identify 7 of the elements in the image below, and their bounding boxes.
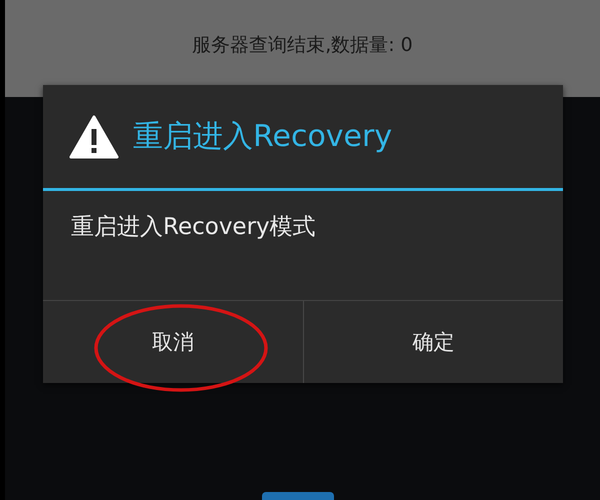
dialog-button[interactable]: 取消: [43, 301, 302, 383]
dialog-message: 重启进入Recovery模式: [71, 214, 316, 240]
status-message: 服务器查询结束,数据量: 0: [192, 33, 413, 58]
bottom-tab[interactable]: [262, 492, 334, 500]
warning-icon: [69, 114, 119, 158]
dialog-button[interactable]: 确定: [302, 301, 563, 383]
dialog-title: 重启进入Recovery: [133, 118, 392, 156]
